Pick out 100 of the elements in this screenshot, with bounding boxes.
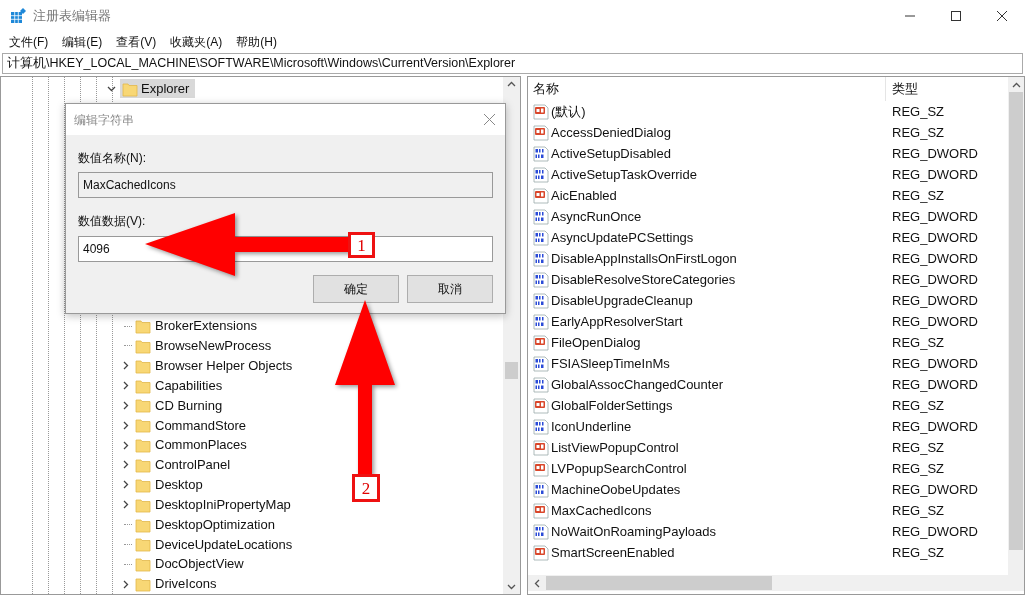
string-value-icon [533, 502, 549, 519]
value-name[interactable]: GlobalAssocChangedCounter [551, 374, 723, 395]
scrollbar-thumb[interactable] [546, 576, 772, 590]
value-name[interactable]: GlobalFolderSettings [551, 395, 673, 416]
scrollbar-thumb[interactable] [505, 362, 518, 379]
value-type: REG_DWORD [891, 291, 978, 310]
scroll-left-icon[interactable] [534, 578, 540, 588]
value-type: REG_DWORD [891, 417, 978, 436]
tree-item[interactable]: Explorer [120, 79, 196, 99]
folder-icon [135, 556, 151, 573]
scroll-up-icon[interactable] [507, 81, 516, 87]
binary-value-icon [533, 355, 549, 372]
tree-item[interactable]: DesktopOptimization [135, 514, 275, 535]
menu-item[interactable]: 帮助(H) [229, 33, 284, 51]
scroll-up-icon[interactable] [1011, 82, 1021, 88]
value-name[interactable]: IconUnderline [551, 416, 632, 437]
close-icon [997, 11, 1007, 21]
tree-item[interactable]: CommonPlaces [135, 435, 247, 455]
dialog-title: 编辑字符串 [74, 111, 134, 129]
value-name[interactable]: LVPopupSearchControl [551, 458, 687, 479]
value-type: REG_SZ [891, 543, 944, 562]
folder-icon [122, 80, 138, 97]
value-name[interactable]: SmartScreenEnabled [551, 542, 675, 563]
value-type: REG_SZ [891, 186, 944, 205]
value-name-field[interactable]: MaxCachedIcons [78, 172, 493, 198]
value-name[interactable]: NoWaitOnRoamingPayloads [551, 521, 716, 542]
menu-item[interactable]: 查看(V) [109, 33, 164, 51]
folder-icon [135, 576, 151, 593]
value-name[interactable]: AsyncRunOnce [551, 206, 642, 227]
binary-value-icon [533, 523, 549, 540]
value-name[interactable]: EarlyAppResolverStart [551, 311, 683, 332]
string-value-icon [533, 187, 549, 204]
close-icon[interactable] [484, 114, 495, 125]
tree-item[interactable]: Browser Helper Objects [135, 356, 293, 376]
vertical-scrollbar[interactable] [503, 77, 520, 594]
expand-chevron-icon[interactable] [121, 579, 130, 589]
value-name[interactable]: AicEnabled [551, 185, 617, 206]
value-type: REG_SZ [891, 102, 944, 121]
value-name[interactable]: DisableAppInstallsOnFirstLogon [551, 248, 737, 269]
binary-value-icon [533, 292, 549, 309]
value-name[interactable]: DisableUpgradeCleanup [551, 290, 693, 311]
value-type: REG_DWORD [891, 480, 978, 499]
menu-item[interactable]: 收藏夹(A) [163, 33, 230, 51]
column-header[interactable]: 类型 [886, 79, 918, 99]
tree-item[interactable]: DesktopIniPropertyMap [135, 494, 291, 515]
folder-icon [135, 476, 151, 493]
value-type: REG_DWORD [891, 144, 978, 163]
tree-item[interactable]: ControlPanel [135, 455, 231, 475]
scrollbar-thumb[interactable] [1009, 92, 1023, 550]
folder-icon [135, 437, 151, 454]
tree-item[interactable]: CD Burning [135, 395, 223, 416]
menu-item[interactable]: 编辑(E) [55, 33, 110, 51]
value-type: REG_DWORD [891, 270, 978, 289]
tree-item[interactable]: DeviceUpdateLocations [135, 534, 293, 555]
tree-item[interactable]: DocObjectView [135, 554, 244, 574]
binary-value-icon [533, 481, 549, 498]
tree-item[interactable]: DriveIcons [135, 574, 217, 594]
value-type: REG_SZ [891, 438, 944, 457]
address-bar[interactable]: 计算机\HKEY_LOCAL_MACHINE\SOFTWARE\Microsoft\Windows\CurrentVersion\Explorer [2, 53, 1023, 74]
cancel-button[interactable]: 取消 [407, 275, 493, 303]
tree-item[interactable]: BrowseNewProcess [135, 336, 272, 356]
value-name[interactable]: FileOpenDialog [551, 332, 641, 353]
step-number: 1 [348, 232, 375, 258]
vertical-scrollbar[interactable] [1008, 77, 1024, 575]
tree-item[interactable]: Desktop [135, 475, 203, 495]
value-name[interactable]: FSIASleepTimeInMs [551, 353, 670, 374]
string-value-icon [533, 544, 549, 561]
registry-icon [10, 8, 26, 24]
value-name[interactable]: AccessDeniedDialog [551, 122, 671, 143]
binary-value-icon [533, 250, 549, 267]
value-type: REG_DWORD [891, 249, 978, 268]
tree-item[interactable]: CommandStore [135, 415, 247, 436]
ok-button[interactable]: 确定 [313, 275, 399, 303]
value-name[interactable]: ActiveSetupDisabled [551, 143, 671, 164]
value-type: REG_DWORD [891, 312, 978, 331]
value-type: REG_SZ [891, 333, 944, 352]
field-label: 数值名称(N): [78, 150, 147, 167]
column-header[interactable]: 名称 [528, 77, 886, 101]
menu-item[interactable]: 文件(F) [2, 33, 56, 51]
value-name[interactable]: ListViewPopupControl [551, 437, 679, 458]
folder-icon [135, 397, 151, 414]
tree-item[interactable]: BrokerExtensions [135, 316, 257, 336]
binary-value-icon [533, 166, 549, 183]
value-name[interactable]: AsyncUpdatePCSettings [551, 227, 694, 248]
string-value-icon [533, 439, 549, 456]
collapse-chevron-icon[interactable] [107, 84, 116, 94]
value-name[interactable]: MaxCachedIcons [551, 500, 652, 521]
folder-icon [135, 318, 151, 335]
binary-value-icon [533, 208, 549, 225]
horizontal-scrollbar[interactable] [528, 575, 1024, 591]
value-type: REG_DWORD [891, 228, 978, 247]
value-name[interactable]: ActiveSetupTaskOverride [551, 164, 697, 185]
value-name[interactable]: MachineOobeUpdates [551, 479, 681, 500]
value-name[interactable]: DisableResolveStoreCategories [551, 269, 736, 290]
tree-item[interactable]: Capabilities [135, 375, 223, 396]
value-name[interactable]: (默认) [551, 101, 586, 122]
value-type: REG_DWORD [891, 354, 978, 373]
scroll-down-icon[interactable] [507, 584, 516, 590]
value-type: REG_SZ [891, 501, 944, 520]
folder-icon [135, 417, 151, 434]
